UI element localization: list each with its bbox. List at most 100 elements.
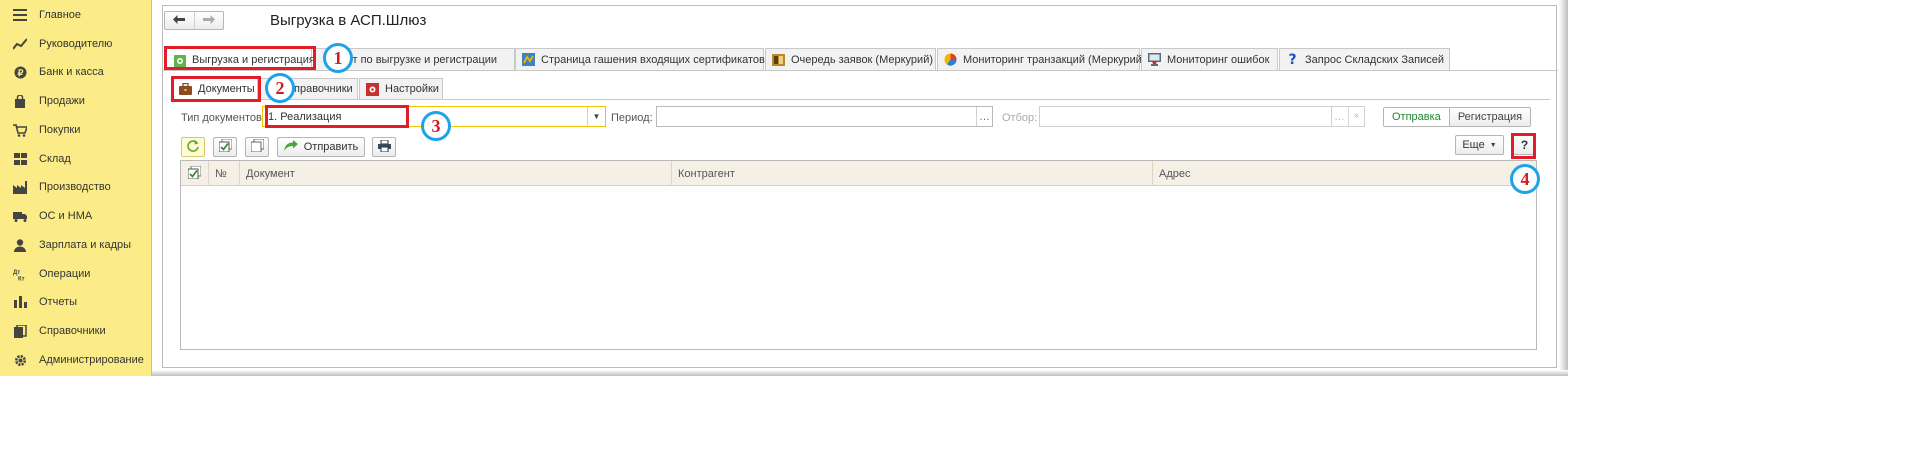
sidebar-item-purchases[interactable]: Покупки [0, 116, 152, 144]
sidebar-item-label: ОС и НМА [39, 210, 93, 222]
sidebar-item-fixed-assets[interactable]: ОС и НМА [0, 202, 152, 230]
tab-mercury-transactions[interactable]: Мониторинг транзакций (Меркурий) [937, 48, 1146, 70]
annotation-marker-4: 4 [1510, 164, 1540, 194]
chevron-down-icon: ▼ [1489, 141, 1497, 149]
sidebar-item-label: Зарплата и кадры [39, 239, 132, 251]
copy-button[interactable] [245, 137, 269, 157]
more-button-label: Еще [1462, 139, 1485, 151]
sidebar-item-production[interactable]: Производство [0, 173, 152, 201]
refresh-button[interactable] [181, 137, 205, 157]
tab-label: Мониторинг ошибок [1167, 53, 1270, 66]
tab-label: чет по выгрузке и регистрации [341, 53, 498, 66]
subtab-settings[interactable]: Настройки [359, 78, 443, 99]
clear-icon[interactable]: × [1348, 107, 1364, 126]
tab-mercury-queue[interactable]: Очередь заявок (Меркурий) [765, 48, 936, 70]
send-arrow-icon [283, 140, 298, 154]
documents-table: № Документ Контрагент Адрес [180, 160, 1537, 350]
sidebar-item-bank[interactable]: ₽ Банк и касса [0, 58, 152, 86]
column-document[interactable]: Документ [240, 161, 672, 186]
sidebar-item-main[interactable]: Главное [0, 1, 152, 29]
svg-text:Дт: Дт [13, 270, 20, 276]
send-button[interactable]: Отправить [277, 137, 365, 157]
ellipsis-icon[interactable]: … [976, 107, 992, 126]
mode-register-button[interactable]: Регистрация [1449, 108, 1531, 126]
print-button[interactable] [372, 137, 396, 157]
arrow-right-icon [202, 14, 215, 27]
sidebar-item-label: Руководителю [39, 38, 113, 50]
bar-chart-icon [13, 295, 27, 309]
tab-certificates[interactable]: Страница гашения входящих сертификатов [515, 48, 765, 70]
annotation-marker-2: 2 [265, 73, 295, 103]
tab-warehouse-records[interactable]: ? Запрос Складских Записей [1279, 48, 1450, 70]
ellipsis-icon[interactable]: … [1331, 107, 1347, 126]
annotation-marker-1: 1 [323, 43, 353, 73]
cart-icon [13, 123, 27, 137]
subtab-divider [170, 99, 1550, 100]
window-shadow-bottom [152, 370, 1568, 376]
factory-icon [13, 180, 27, 194]
tab-divider [162, 70, 1558, 71]
sidebar-item-label: Производство [39, 181, 111, 193]
sidebar-item-label: Продажи [39, 95, 85, 107]
svg-text:Кт: Кт [18, 276, 25, 281]
subtab-label: Настройки [385, 83, 439, 95]
annotation-box-3 [265, 105, 409, 128]
tab-label: Мониторинг транзакций (Меркурий) [963, 53, 1146, 66]
annotation-box-2 [171, 76, 261, 102]
period-label: Период: [611, 112, 653, 124]
sidebar-item-warehouse[interactable]: Склад [0, 145, 152, 173]
sidebar-item-label: Банк и касса [39, 66, 104, 78]
history-nav [164, 11, 224, 30]
forward-button[interactable] [193, 12, 223, 29]
books-icon [13, 324, 27, 338]
dt-kt-icon: Дт Кт [13, 267, 27, 281]
truck-icon [13, 209, 27, 223]
column-counterparty[interactable]: Контрагент [672, 161, 1153, 186]
filter-input[interactable]: … × [1039, 106, 1365, 127]
sidebar-item-label: Главное [39, 9, 82, 21]
shopping-bag-icon [13, 94, 27, 108]
sidebar: Главное Руководителю ₽ Банк и касса Прод… [0, 0, 152, 376]
tab-label: Запрос Складских Записей [1305, 53, 1444, 66]
subtab-label: правочники [294, 83, 353, 95]
sidebar-item-admin[interactable]: Администрирование [0, 346, 152, 374]
sidebar-item-operations[interactable]: Дт Кт Операции [0, 260, 152, 288]
annotation-box-1 [164, 46, 316, 70]
column-address[interactable]: Адрес [1153, 161, 1536, 186]
chevron-down-icon[interactable]: ▼ [587, 107, 605, 126]
tab-error-monitoring[interactable]: Мониторинг ошибок [1141, 48, 1278, 70]
sidebar-item-manager[interactable]: Руководителю [0, 30, 152, 58]
copy-icon [250, 138, 264, 155]
pie-chart-icon [944, 53, 957, 66]
sidebar-item-sales[interactable]: Продажи [0, 87, 152, 115]
more-button[interactable]: Еще ▼ [1455, 135, 1504, 155]
window-shadow-right [1559, 0, 1568, 376]
back-button[interactable] [165, 12, 194, 29]
sidebar-item-label: Справочники [39, 325, 106, 337]
menu-lines-icon [13, 8, 27, 22]
sidebar-item-label: Отчеты [39, 296, 78, 308]
svg-text:₽: ₽ [17, 68, 23, 78]
table-header: № Документ Контрагент Адрес [181, 161, 1536, 186]
page-title: Выгрузка в АСП.Шлюз [270, 12, 427, 29]
check-all-icon [187, 165, 202, 182]
chart-line-icon [13, 37, 27, 51]
sidebar-item-salary[interactable]: Зарплата и кадры [0, 231, 152, 259]
sidebar-item-label: Склад [39, 153, 71, 165]
mode-send-button[interactable]: Отправка [1384, 108, 1450, 126]
check-all-button[interactable] [213, 137, 237, 157]
sidebar-item-catalogs[interactable]: Справочники [0, 317, 152, 345]
sidebar-item-reports[interactable]: Отчеты [0, 288, 152, 316]
warehouse-grid-icon [13, 152, 27, 166]
settings-icon [366, 82, 379, 96]
annotation-marker-3: 3 [421, 111, 451, 141]
question-icon: ? [1288, 51, 1297, 68]
gear-icon [13, 353, 27, 367]
arrow-left-icon [173, 14, 186, 27]
column-number[interactable]: № [209, 161, 240, 186]
column-check[interactable] [181, 161, 209, 186]
period-input[interactable]: … [656, 106, 993, 127]
check-all-icon [218, 138, 232, 155]
tab-label: Очередь заявок (Меркурий) [791, 53, 933, 66]
refresh-icon [187, 139, 199, 155]
